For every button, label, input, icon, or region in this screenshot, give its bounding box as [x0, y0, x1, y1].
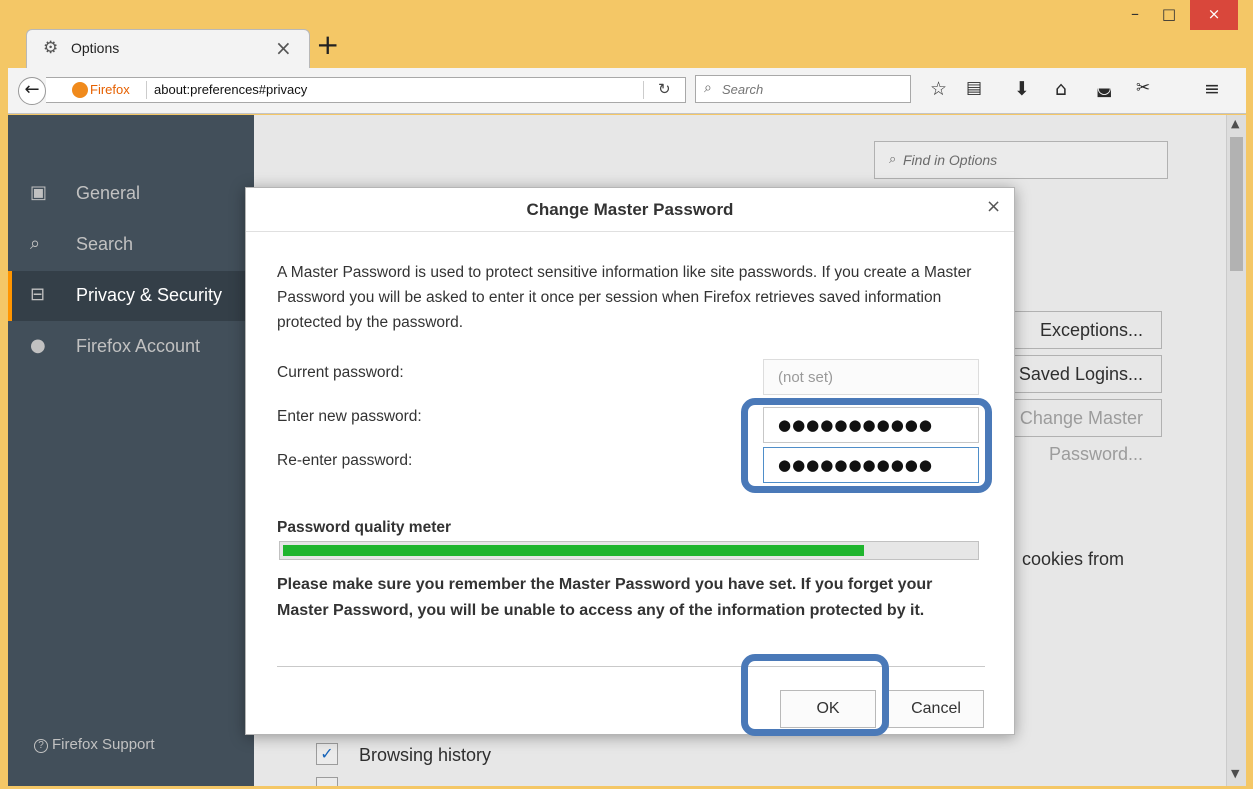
navigation-toolbar: ← Firefox about:preferences#privacy ↻ ⌕ …	[8, 68, 1246, 114]
reload-separator	[643, 81, 644, 99]
close-tab-icon[interactable]: ×	[275, 36, 292, 60]
dialog-header: Change Master Password ×	[246, 188, 1014, 232]
identity-label: Firefox	[90, 82, 130, 97]
password-quality-fill	[283, 545, 864, 556]
search-icon: ⌕	[704, 80, 712, 96]
sidebar-item-label: General	[76, 183, 141, 203]
gear-icon: ⚙	[43, 38, 59, 58]
url-text[interactable]: about:preferences#privacy	[154, 82, 307, 97]
maximize-button[interactable]: □	[1152, 0, 1186, 30]
current-password-field	[763, 359, 979, 395]
dialog-description: A Master Password is used to protect sen…	[277, 264, 972, 331]
minimize-button[interactable]: –	[1118, 0, 1152, 30]
sidebar-item-label: Search	[76, 234, 134, 254]
url-separator	[146, 81, 147, 99]
new-tab-button[interactable]: +	[316, 31, 339, 59]
reload-icon[interactable]: ↻	[658, 80, 671, 98]
reenter-password-label: Re-enter password:	[277, 452, 413, 469]
close-window-button[interactable]: ×	[1190, 0, 1238, 30]
sidebar-item-privacy[interactable]: ⊟ Privacy & Security	[8, 271, 254, 321]
back-button[interactable]: ←	[18, 77, 46, 105]
home-icon[interactable]: ⌂	[1055, 78, 1067, 100]
title-bar: ⚙ Options × + – □ ×	[0, 0, 1253, 69]
tab-title: Options	[71, 40, 120, 56]
password-quality-label: Password quality meter	[277, 519, 452, 536]
support-label: Firefox Support	[52, 736, 155, 753]
new-password-label: Enter new password:	[277, 408, 422, 425]
password-fields-highlight	[741, 398, 992, 493]
search-icon: ⌕	[30, 233, 41, 254]
sidebar-item-account[interactable]: ● Firefox Account	[8, 322, 254, 372]
menu-hamburger-icon[interactable]: ≡	[1204, 78, 1220, 100]
url-bar[interactable]: Firefox about:preferences#privacy ↻	[46, 77, 686, 103]
sidebar-item-search[interactable]: ⌕ Search	[8, 220, 254, 270]
search-bar[interactable]: ⌕	[695, 75, 911, 103]
close-dialog-icon[interactable]: ×	[986, 196, 1001, 217]
support-link[interactable]: ? Firefox Support	[34, 736, 155, 753]
dialog-warning: Please make sure you remember the Master…	[277, 576, 933, 619]
tab-options[interactable]: ⚙ Options ×	[26, 29, 310, 69]
search-input[interactable]	[722, 79, 902, 99]
pocket-icon[interactable]: ◛	[1096, 78, 1113, 98]
current-password-label: Current password:	[277, 364, 404, 381]
account-icon: ●	[30, 335, 46, 356]
sidebar-item-general[interactable]: ▣ General	[8, 169, 254, 219]
firefox-logo-icon	[72, 82, 88, 98]
cancel-button[interactable]: Cancel	[888, 690, 984, 728]
help-icon: ?	[34, 739, 48, 753]
password-quality-meter	[279, 541, 979, 560]
bookmarks-menu-icon[interactable]: ▤	[966, 78, 982, 98]
downloads-icon[interactable]: ⬇	[1014, 78, 1030, 100]
dialog-title: Change Master Password	[526, 200, 734, 219]
general-icon: ▣	[30, 182, 48, 203]
bookmark-star-icon[interactable]: ☆	[930, 78, 947, 100]
sidebar-item-label: Privacy & Security	[76, 285, 223, 305]
preferences-sidebar: ▣ General ⌕ Search ⊟ Privacy & Security …	[8, 115, 254, 786]
sidebar-item-label: Firefox Account	[76, 336, 201, 356]
screenshot-icon[interactable]: ✂	[1136, 78, 1150, 98]
ok-button-highlight	[741, 654, 889, 736]
lock-icon: ⊟	[30, 284, 46, 305]
